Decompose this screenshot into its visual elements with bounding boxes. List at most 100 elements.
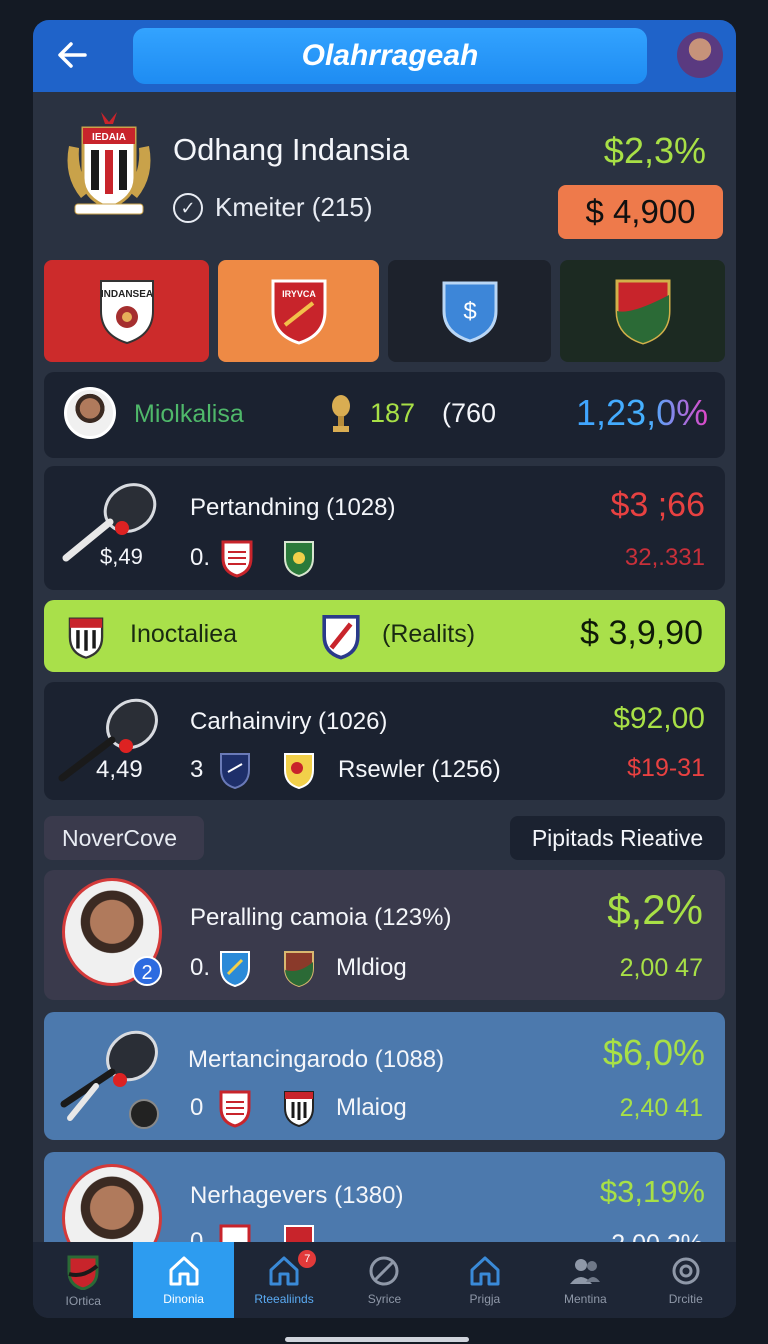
- match2-left-value: 4,49: [96, 756, 143, 783]
- notification-badge: 7: [298, 1250, 317, 1268]
- player-value2: (760: [442, 398, 497, 428]
- card1-sub: 2,00 47: [619, 954, 703, 982]
- home-icon: [269, 1256, 299, 1286]
- verified-row: ✓ Kmeiter (215): [173, 192, 373, 223]
- highlight-left: Inoctaliea: [130, 620, 238, 648]
- svg-text:$: $: [463, 298, 476, 325]
- match-row-2[interactable]: 4,49 Carhainviry (1026) 3 Rsewler (1256)…: [44, 682, 725, 800]
- top-bar: Olahrrageah: [33, 20, 736, 92]
- nav-label: Dinonia: [163, 1292, 204, 1306]
- match1-left-value: $,49: [100, 544, 143, 569]
- tile-blue-shield[interactable]: $: [388, 260, 551, 362]
- card2-sub: 2,40 41: [619, 1094, 703, 1122]
- card2-score: 0: [190, 1094, 204, 1121]
- match1-score: 0.: [190, 544, 211, 571]
- highlight-row[interactable]: Inoctaliea (Realits) $ 3,9,90: [44, 600, 725, 672]
- card3-title: Nerhagevers (1380): [190, 1182, 404, 1209]
- player-value1: 187: [370, 398, 416, 428]
- match1-sub: 32,.331: [624, 544, 705, 571]
- team-shield-icon: [284, 541, 314, 578]
- team-percent: $2,3%: [603, 130, 706, 171]
- nav-label: Syrice: [367, 1292, 402, 1306]
- team-crest-icon: [67, 1255, 99, 1290]
- app-window: Olahrrageah IEDAIA Odhang Indansia ✓ Kme…: [33, 20, 736, 1318]
- player-avatar: [64, 387, 116, 439]
- home-icon: [470, 1256, 500, 1286]
- match2-price: $92,00: [613, 702, 705, 735]
- settings-icon: [672, 1257, 700, 1285]
- home-icon: [169, 1256, 199, 1286]
- section-right-tab[interactable]: Pipitads Rieative: [510, 816, 725, 860]
- nav-label: Drcitie: [668, 1292, 703, 1306]
- nav-item-dinonia[interactable]: Dinonia: [133, 1242, 234, 1318]
- player-row[interactable]: Miolkalisa 187 (760 1,23,0%: [44, 372, 725, 458]
- user-avatar[interactable]: [677, 32, 723, 78]
- card1-extra: Mldiog: [336, 954, 407, 981]
- team-shield-icon: [220, 753, 250, 790]
- player-percent: 1,23,0%: [576, 392, 709, 433]
- verified-label: Kmeiter (215): [215, 192, 373, 222]
- match2-title: Carhainviry (1026): [190, 708, 388, 735]
- nav-label: IOrtica: [65, 1294, 101, 1308]
- match-row-1[interactable]: $,49 Pertandning (1028) 0. $3 ;66 32,.33…: [44, 466, 725, 590]
- highlight-price: $ 3,9,90: [580, 614, 703, 652]
- team-shield-icon: [284, 951, 314, 988]
- nav-item-rteealiinds[interactable]: Rteealiinds 7: [234, 1242, 334, 1318]
- page-title: Olahrrageah: [133, 28, 647, 84]
- team-shield-icon: [322, 615, 360, 660]
- shield-icon: INDANSEA: [99, 280, 154, 345]
- highlight-middle: (Realits): [382, 620, 476, 648]
- team-shield-icon: [68, 617, 104, 659]
- racket-icon: [60, 1030, 159, 1129]
- card2-percent: $6,0%: [602, 1032, 705, 1073]
- nav-item-ortica[interactable]: IOrtica: [33, 1242, 133, 1318]
- player-card-1[interactable]: 2 Peralling camoia (123%) 0. Mldiog $,2%…: [44, 870, 725, 1000]
- match1-price: $3 ;66: [610, 486, 705, 524]
- price-button[interactable]: $ 4,900: [558, 185, 723, 239]
- team-shield-icon: [219, 1090, 251, 1128]
- team-shield-icon: [221, 540, 253, 578]
- tile-green-shield[interactable]: [560, 260, 725, 362]
- nav-label: Rteealiinds: [254, 1292, 314, 1306]
- card2-extra: Mlaiog: [336, 1094, 407, 1121]
- match1-title: Pertandning (1028): [190, 494, 396, 521]
- card2-title: Mertancingarodo (1088): [188, 1046, 445, 1073]
- team-name: Odhang Indansia: [173, 132, 410, 167]
- player-name: Miolkalisa: [134, 400, 244, 428]
- section-left-tab[interactable]: NoverCove: [44, 816, 204, 860]
- player-card-2[interactable]: Mertancingarodo (1088) 0 Mlaiog $6,0% 2,…: [44, 1012, 725, 1140]
- arrow-left-icon: [58, 42, 87, 68]
- card1-title: Peralling camoia (123%): [190, 904, 452, 931]
- match2-extra: Rsewler (1256): [338, 756, 501, 783]
- card1-percent: $,2%: [607, 886, 703, 933]
- tile-label: IRYVCA: [282, 289, 316, 299]
- card3-percent: $3,19%: [599, 1174, 705, 1209]
- shield-icon: $: [442, 281, 497, 343]
- home-indicator[interactable]: [285, 1337, 469, 1342]
- nav-item-prigja[interactable]: Prigja: [435, 1242, 535, 1318]
- team-crest-icon: IEDAIA: [67, 112, 151, 215]
- team-shield-icon: [284, 1091, 314, 1128]
- nav-label: Prigja: [469, 1292, 501, 1306]
- nav-item-drcitie[interactable]: Drcitie: [636, 1242, 736, 1318]
- crest-text: IEDAIA: [92, 132, 126, 143]
- match2-sub: $19-31: [627, 754, 705, 782]
- shield-icon: IRYVCA: [271, 279, 326, 345]
- tile-iryvca[interactable]: IRYVCA: [218, 260, 379, 362]
- bottom-nav: IOrtica Dinonia Rteealiinds 7 Syrice Pri…: [33, 1242, 736, 1318]
- team-shield-icon: [284, 753, 314, 790]
- check-circle-icon: ✓: [173, 192, 203, 223]
- people-icon: [570, 1259, 601, 1284]
- ball-icon: [369, 1256, 399, 1286]
- trophy-icon: [332, 395, 350, 432]
- card1-score: 0.: [190, 954, 211, 981]
- tile-indansea[interactable]: INDANSEA: [44, 260, 209, 362]
- nav-item-mentina[interactable]: Mentina: [535, 1242, 635, 1318]
- nav-item-syrice[interactable]: Syrice: [334, 1242, 434, 1318]
- shield-icon: [615, 279, 670, 345]
- team-tiles: INDANSEA IRYVCA $: [44, 260, 725, 362]
- tile-label: INDANSEA: [100, 289, 152, 300]
- team-shield-icon: [220, 951, 250, 988]
- back-button[interactable]: [55, 38, 89, 72]
- rank-badge: 2: [132, 956, 162, 986]
